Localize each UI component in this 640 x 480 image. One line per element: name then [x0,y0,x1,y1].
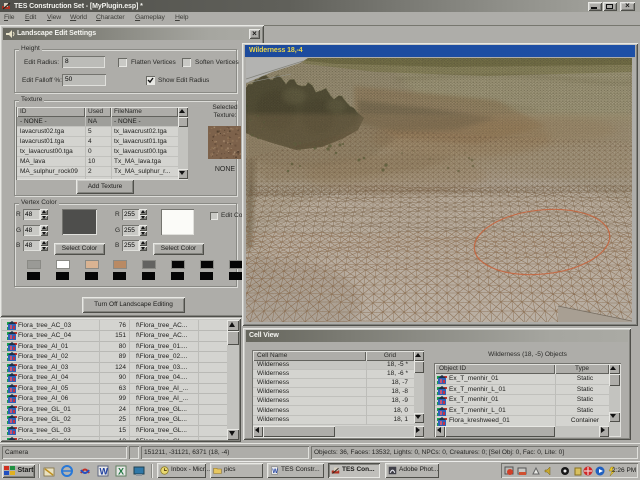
svg-text:W: W [272,469,278,475]
svg-text:W: W [100,467,109,477]
svg-text:X: X [118,467,124,477]
